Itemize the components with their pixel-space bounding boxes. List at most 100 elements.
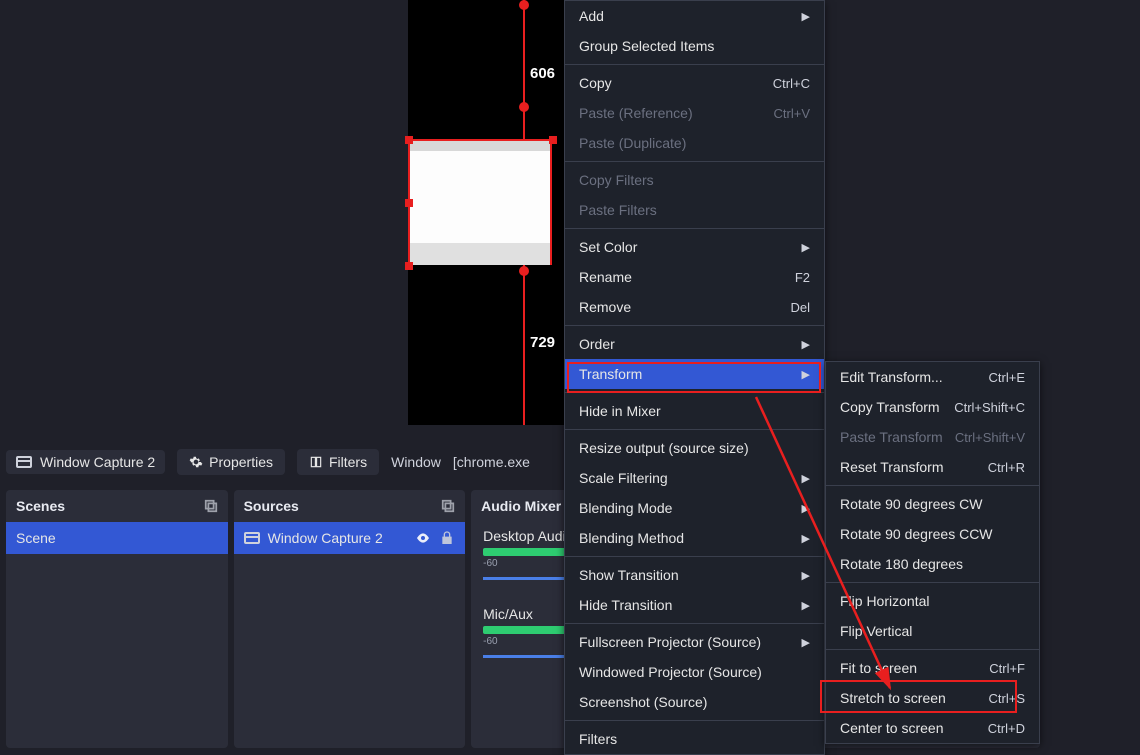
ctx-item-hide-in-mixer[interactable]: Hide in Mixer — [565, 396, 824, 426]
menu-separator — [565, 556, 824, 557]
scene-label: Scene — [16, 530, 56, 546]
ctx-item-paste-filters: Paste Filters — [565, 195, 824, 225]
resize-handle[interactable] — [405, 199, 413, 207]
filters-button[interactable]: Filters — [297, 449, 379, 475]
scenes-header: Scenes — [6, 490, 228, 522]
ctx-item-remove[interactable]: RemoveDel — [565, 292, 824, 322]
ctx-transform-item-fit-to-screen[interactable]: Fit to screen Ctrl+F — [826, 653, 1039, 683]
source-label: Window Capture 2 — [268, 530, 408, 546]
ctx-item-blending-mode[interactable]: Blending Mode▶ — [565, 493, 824, 523]
window-icon — [16, 456, 32, 468]
crop-handle[interactable] — [519, 266, 529, 276]
ctx-item-set-color[interactable]: Set Color ▶ — [565, 232, 824, 262]
ctx-transform-item-center-to-screen[interactable]: Center to screenCtrl+D — [826, 713, 1039, 743]
submenu-arrow-icon: ▶ — [802, 368, 810, 381]
guide-line-top — [523, 0, 525, 139]
menu-item-shortcut: Ctrl+F — [989, 661, 1025, 676]
menu-separator — [826, 582, 1039, 583]
menu-item-label: Remove — [579, 299, 631, 315]
scenes-panel: Scenes Scene — [6, 490, 228, 748]
ctx-item-transform[interactable]: Transform▶ — [565, 359, 824, 389]
lock-icon[interactable] — [439, 530, 455, 546]
ctx-item-copy-filters: Copy Filters — [565, 165, 824, 195]
ctx-item-blending-method[interactable]: Blending Method▶ — [565, 523, 824, 553]
scene-item[interactable]: Scene — [6, 522, 228, 554]
properties-label: Properties — [209, 454, 273, 470]
context-menu-transform[interactable]: Edit Transform...Ctrl+E Copy Transform Ctr… — [825, 361, 1040, 744]
submenu-arrow-icon: ▶ — [802, 10, 810, 23]
ctx-transform-item-copy-transform[interactable]: Copy Transform Ctrl+Shift+C — [826, 392, 1039, 422]
ctx-transform-item-paste-transform: Paste TransformCtrl+Shift+V — [826, 422, 1039, 452]
popout-icon[interactable] — [441, 499, 455, 513]
sources-header: Sources — [234, 490, 466, 522]
resize-handle[interactable] — [549, 136, 557, 144]
source-item[interactable]: Window Capture 2 — [234, 522, 466, 554]
eye-icon[interactable] — [415, 530, 431, 546]
ctx-item-resize-output-source-size[interactable]: Resize output (source size) — [565, 433, 824, 463]
resize-handle[interactable] — [405, 136, 413, 144]
menu-item-label: Filters — [579, 731, 617, 747]
menu-item-label: Order — [579, 336, 615, 352]
ctx-transform-item-flip-horizontal[interactable]: Flip Horizontal — [826, 586, 1039, 616]
menu-item-label: Group Selected Items — [579, 38, 714, 54]
crop-handle[interactable] — [519, 102, 529, 112]
menu-item-shortcut: Ctrl+E — [989, 370, 1025, 385]
properties-button[interactable]: Properties — [177, 449, 285, 475]
menu-separator — [565, 720, 824, 721]
submenu-arrow-icon: ▶ — [802, 569, 810, 582]
ctx-item-hide-transition[interactable]: Hide Transition▶ — [565, 590, 824, 620]
ctx-item-order[interactable]: Order ▶ — [565, 329, 824, 359]
scenes-title: Scenes — [16, 498, 65, 514]
ctx-item-paste-reference: Paste (Reference)Ctrl+V — [565, 98, 824, 128]
menu-item-shortcut: Ctrl+R — [988, 460, 1025, 475]
ctx-item-screenshot-source[interactable]: Screenshot (Source) — [565, 687, 824, 717]
menu-item-label: Paste (Reference) — [579, 105, 693, 121]
menu-item-label: Rotate 90 degrees CW — [840, 496, 982, 512]
ctx-item-filters[interactable]: Filters — [565, 724, 824, 754]
ctx-transform-item-stretch-to-screen[interactable]: Stretch to screen Ctrl+S — [826, 683, 1039, 713]
menu-item-label: Resize output (source size) — [579, 440, 749, 456]
ctx-transform-item-reset-transform[interactable]: Reset TransformCtrl+R — [826, 452, 1039, 482]
menu-item-label: Fit to screen — [840, 660, 917, 676]
tick: -60 — [483, 636, 497, 647]
submenu-arrow-icon: ▶ — [802, 532, 810, 545]
menu-item-label: Windowed Projector (Source) — [579, 664, 762, 680]
ctx-item-copy[interactable]: Copy Ctrl+C — [565, 68, 824, 98]
submenu-arrow-icon: ▶ — [802, 338, 810, 351]
ctx-item-add[interactable]: Add▶ — [565, 1, 824, 31]
menu-item-label: Blending Mode — [579, 500, 672, 516]
menu-item-label: Set Color — [579, 239, 637, 255]
ctx-transform-item-rotate-90-degrees-cw[interactable]: Rotate 90 degrees CW — [826, 489, 1039, 519]
ctx-item-show-transition[interactable]: Show Transition▶ — [565, 560, 824, 590]
ctx-item-group-selected-items[interactable]: Group Selected Items — [565, 31, 824, 61]
ctx-item-fullscreen-projector-source[interactable]: Fullscreen Projector (Source)▶ — [565, 627, 824, 657]
menu-item-shortcut: Ctrl+Shift+C — [954, 400, 1025, 415]
gear-icon — [189, 455, 203, 469]
menu-item-label: Hide in Mixer — [579, 403, 661, 419]
menu-item-label: Copy — [579, 75, 612, 91]
menu-item-label: Stretch to screen — [840, 690, 946, 706]
menu-item-label: Scale Filtering — [579, 470, 668, 486]
dim-label-bottom: 729 — [530, 334, 555, 351]
ctx-transform-item-rotate-180-degrees[interactable]: Rotate 180 degrees — [826, 549, 1039, 579]
crop-handle[interactable] — [519, 0, 529, 10]
ctx-item-windowed-projector-source[interactable]: Windowed Projector (Source) — [565, 657, 824, 687]
ctx-item-scale-filtering[interactable]: Scale Filtering▶ — [565, 463, 824, 493]
preview-window-content — [410, 151, 550, 243]
filters-icon — [309, 455, 323, 469]
resize-handle[interactable] — [405, 262, 413, 270]
menu-separator — [565, 228, 824, 229]
menu-item-label: Paste (Duplicate) — [579, 135, 686, 151]
menu-item-shortcut: Ctrl+C — [773, 76, 810, 91]
submenu-arrow-icon: ▶ — [802, 241, 810, 254]
ctx-transform-item-rotate-90-degrees-ccw[interactable]: Rotate 90 degrees CCW — [826, 519, 1039, 549]
ctx-transform-item-flip-vertical[interactable]: Flip Vertical — [826, 616, 1039, 646]
menu-item-shortcut: F2 — [795, 270, 810, 285]
menu-item-label: Copy Transform — [840, 399, 940, 415]
ctx-transform-item-edit-transform[interactable]: Edit Transform...Ctrl+E — [826, 362, 1039, 392]
menu-item-shortcut: Ctrl+S — [989, 691, 1025, 706]
ctx-item-rename[interactable]: RenameF2 — [565, 262, 824, 292]
context-menu-main[interactable]: Add▶ Group Selected Items Copy Ctrl+C Paste … — [564, 0, 825, 755]
preview-source-window[interactable] — [408, 139, 552, 265]
popout-icon[interactable] — [204, 499, 218, 513]
